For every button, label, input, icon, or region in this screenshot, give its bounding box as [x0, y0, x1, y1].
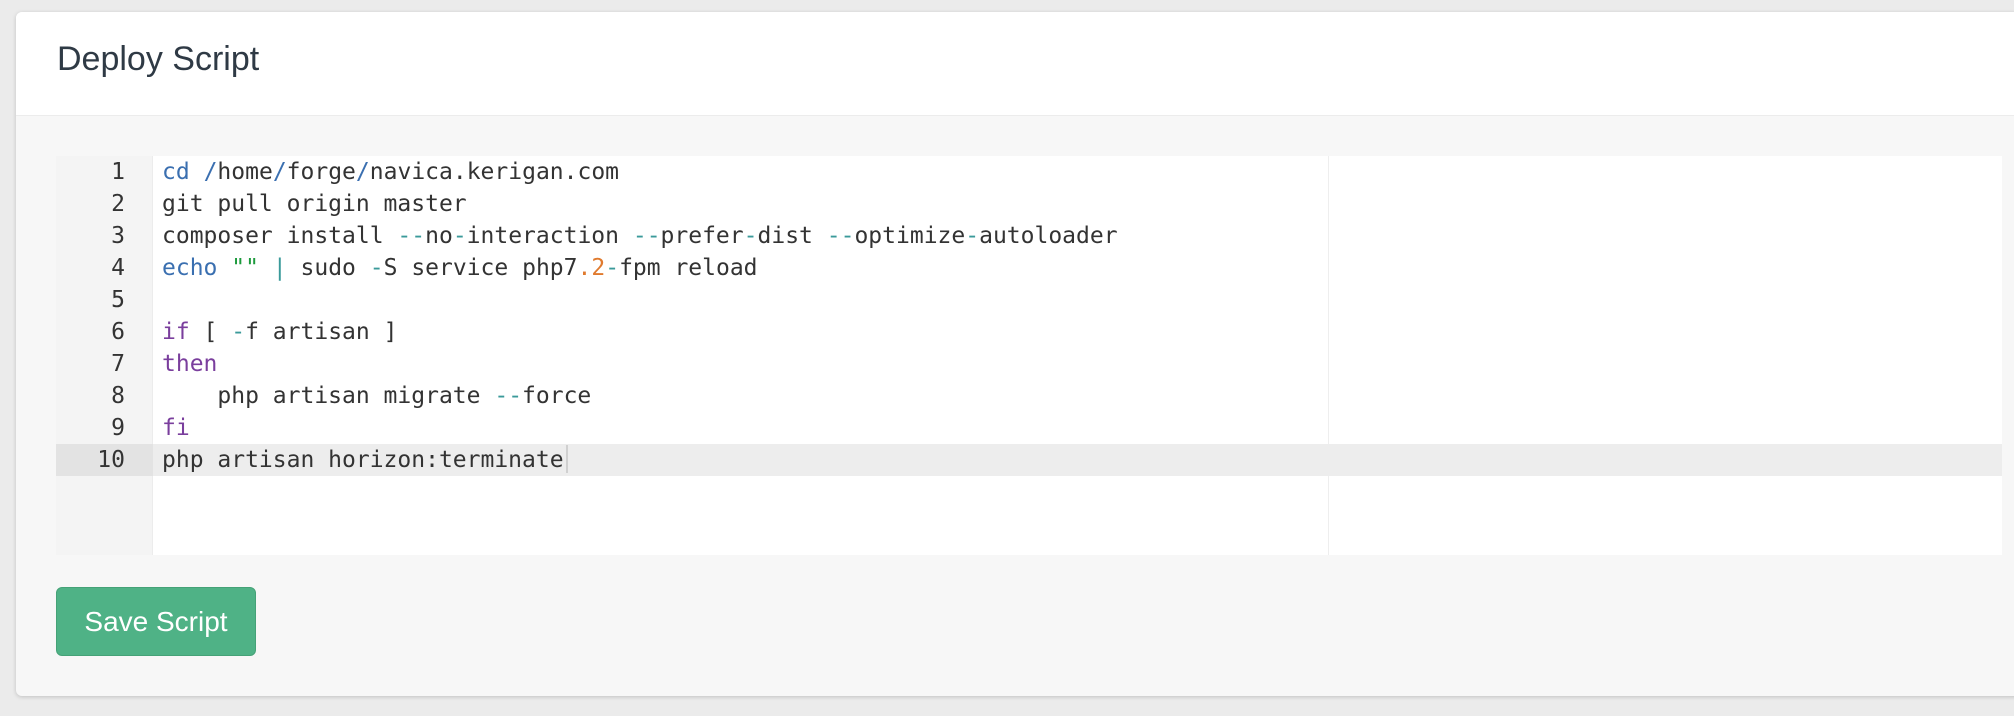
- code-token: dist: [757, 223, 827, 249]
- code-token: php artisan horizon:terminate: [162, 447, 564, 473]
- code-text: if [ -f artisan ]: [162, 316, 397, 348]
- line-number: 7: [111, 351, 125, 377]
- code-line[interactable]: 10 php artisan horizon:terminate: [56, 444, 2002, 476]
- code-text: then: [162, 348, 217, 380]
- code-token: -: [369, 255, 384, 281]
- code-token: "": [231, 255, 259, 281]
- code-token: php artisan migrate: [162, 383, 495, 409]
- line-number: 2: [111, 191, 125, 217]
- code-token: autoloader: [979, 223, 1118, 249]
- code-token: S service php7: [383, 255, 578, 281]
- code-token: sudo: [286, 255, 370, 281]
- code-text: cd /home/forge/navica.kerigan.com: [162, 156, 619, 188]
- code-token: navica.kerigan.com: [369, 159, 620, 185]
- code-token: no: [425, 223, 453, 249]
- code-line[interactable]: 7 then: [56, 348, 2002, 380]
- code-line[interactable]: 6 if [ -f artisan ]: [56, 316, 2002, 348]
- code-token: optimize: [854, 223, 966, 249]
- code-token: --: [632, 223, 661, 249]
- code-token: cd: [162, 159, 190, 185]
- code-token: if: [162, 319, 190, 345]
- code-token: then: [162, 351, 218, 377]
- code-token: f artisan ]: [245, 319, 398, 345]
- line-number: 4: [111, 255, 125, 281]
- code-token: |: [272, 255, 287, 281]
- code-token: -: [965, 223, 980, 249]
- code-token: git pull origin master: [162, 191, 467, 217]
- code-token: interaction: [466, 223, 633, 249]
- code-text: composer install --no-interaction --pref…: [162, 220, 1118, 252]
- code-text: fi: [162, 412, 190, 444]
- line-number: 5: [111, 287, 125, 313]
- panel-header: Deploy Script: [16, 12, 2014, 116]
- code-token: prefer: [660, 223, 744, 249]
- code-token: --: [397, 223, 426, 249]
- code-line[interactable]: 5: [56, 284, 2002, 316]
- code-token: /: [355, 159, 370, 185]
- code-token: /: [272, 159, 287, 185]
- code-line[interactable]: 3 composer install --no-interaction --pre…: [56, 220, 2002, 252]
- code-token: -: [231, 319, 246, 345]
- deploy-script-panel: Deploy Script 1 cd /home/forge/navica.ker…: [16, 12, 2014, 696]
- code-editor[interactable]: 1 cd /home/forge/navica.kerigan.com 2 git p…: [56, 156, 2002, 555]
- code-token: forge: [286, 159, 356, 185]
- code-token: --: [494, 383, 523, 409]
- code-token: home: [217, 159, 273, 185]
- code-line[interactable]: 9 fi: [56, 412, 2002, 444]
- code-token: -: [605, 255, 620, 281]
- code-token: composer install: [162, 223, 398, 249]
- code-token: /: [203, 159, 218, 185]
- line-number: 10: [56, 444, 153, 476]
- code-line[interactable]: 4 echo "" | sudo -S service php7.2-fpm re…: [56, 252, 2002, 284]
- code-token: fi: [162, 415, 190, 441]
- line-number: 1: [111, 159, 125, 185]
- code-line[interactable]: 1 cd /home/forge/navica.kerigan.com: [56, 156, 2002, 188]
- line-number: 3: [111, 223, 125, 249]
- panel-title: Deploy Script: [57, 40, 260, 78]
- save-script-button[interactable]: Save Script: [56, 587, 256, 656]
- code-token: -: [743, 223, 758, 249]
- code-token: --: [826, 223, 855, 249]
- code-text: php artisan horizon:terminate: [162, 444, 568, 476]
- line-number: 9: [111, 415, 125, 441]
- code-token: force: [522, 383, 592, 409]
- code-token: .2: [577, 255, 606, 281]
- code-text: php artisan migrate --force: [162, 380, 591, 412]
- text-cursor: [565, 445, 568, 473]
- code-token: fpm reload: [619, 255, 758, 281]
- code-token: -: [452, 223, 467, 249]
- code-text: git pull origin master: [162, 188, 467, 220]
- line-number: 6: [111, 319, 125, 345]
- code-line[interactable]: 8 php artisan migrate --force: [56, 380, 2002, 412]
- code-text: echo "" | sudo -S service php7.2-fpm rel…: [162, 252, 758, 284]
- code-token: [: [189, 319, 232, 345]
- code-token: echo: [162, 255, 218, 281]
- line-number: 8: [111, 383, 125, 409]
- code-line[interactable]: 2 git pull origin master: [56, 188, 2002, 220]
